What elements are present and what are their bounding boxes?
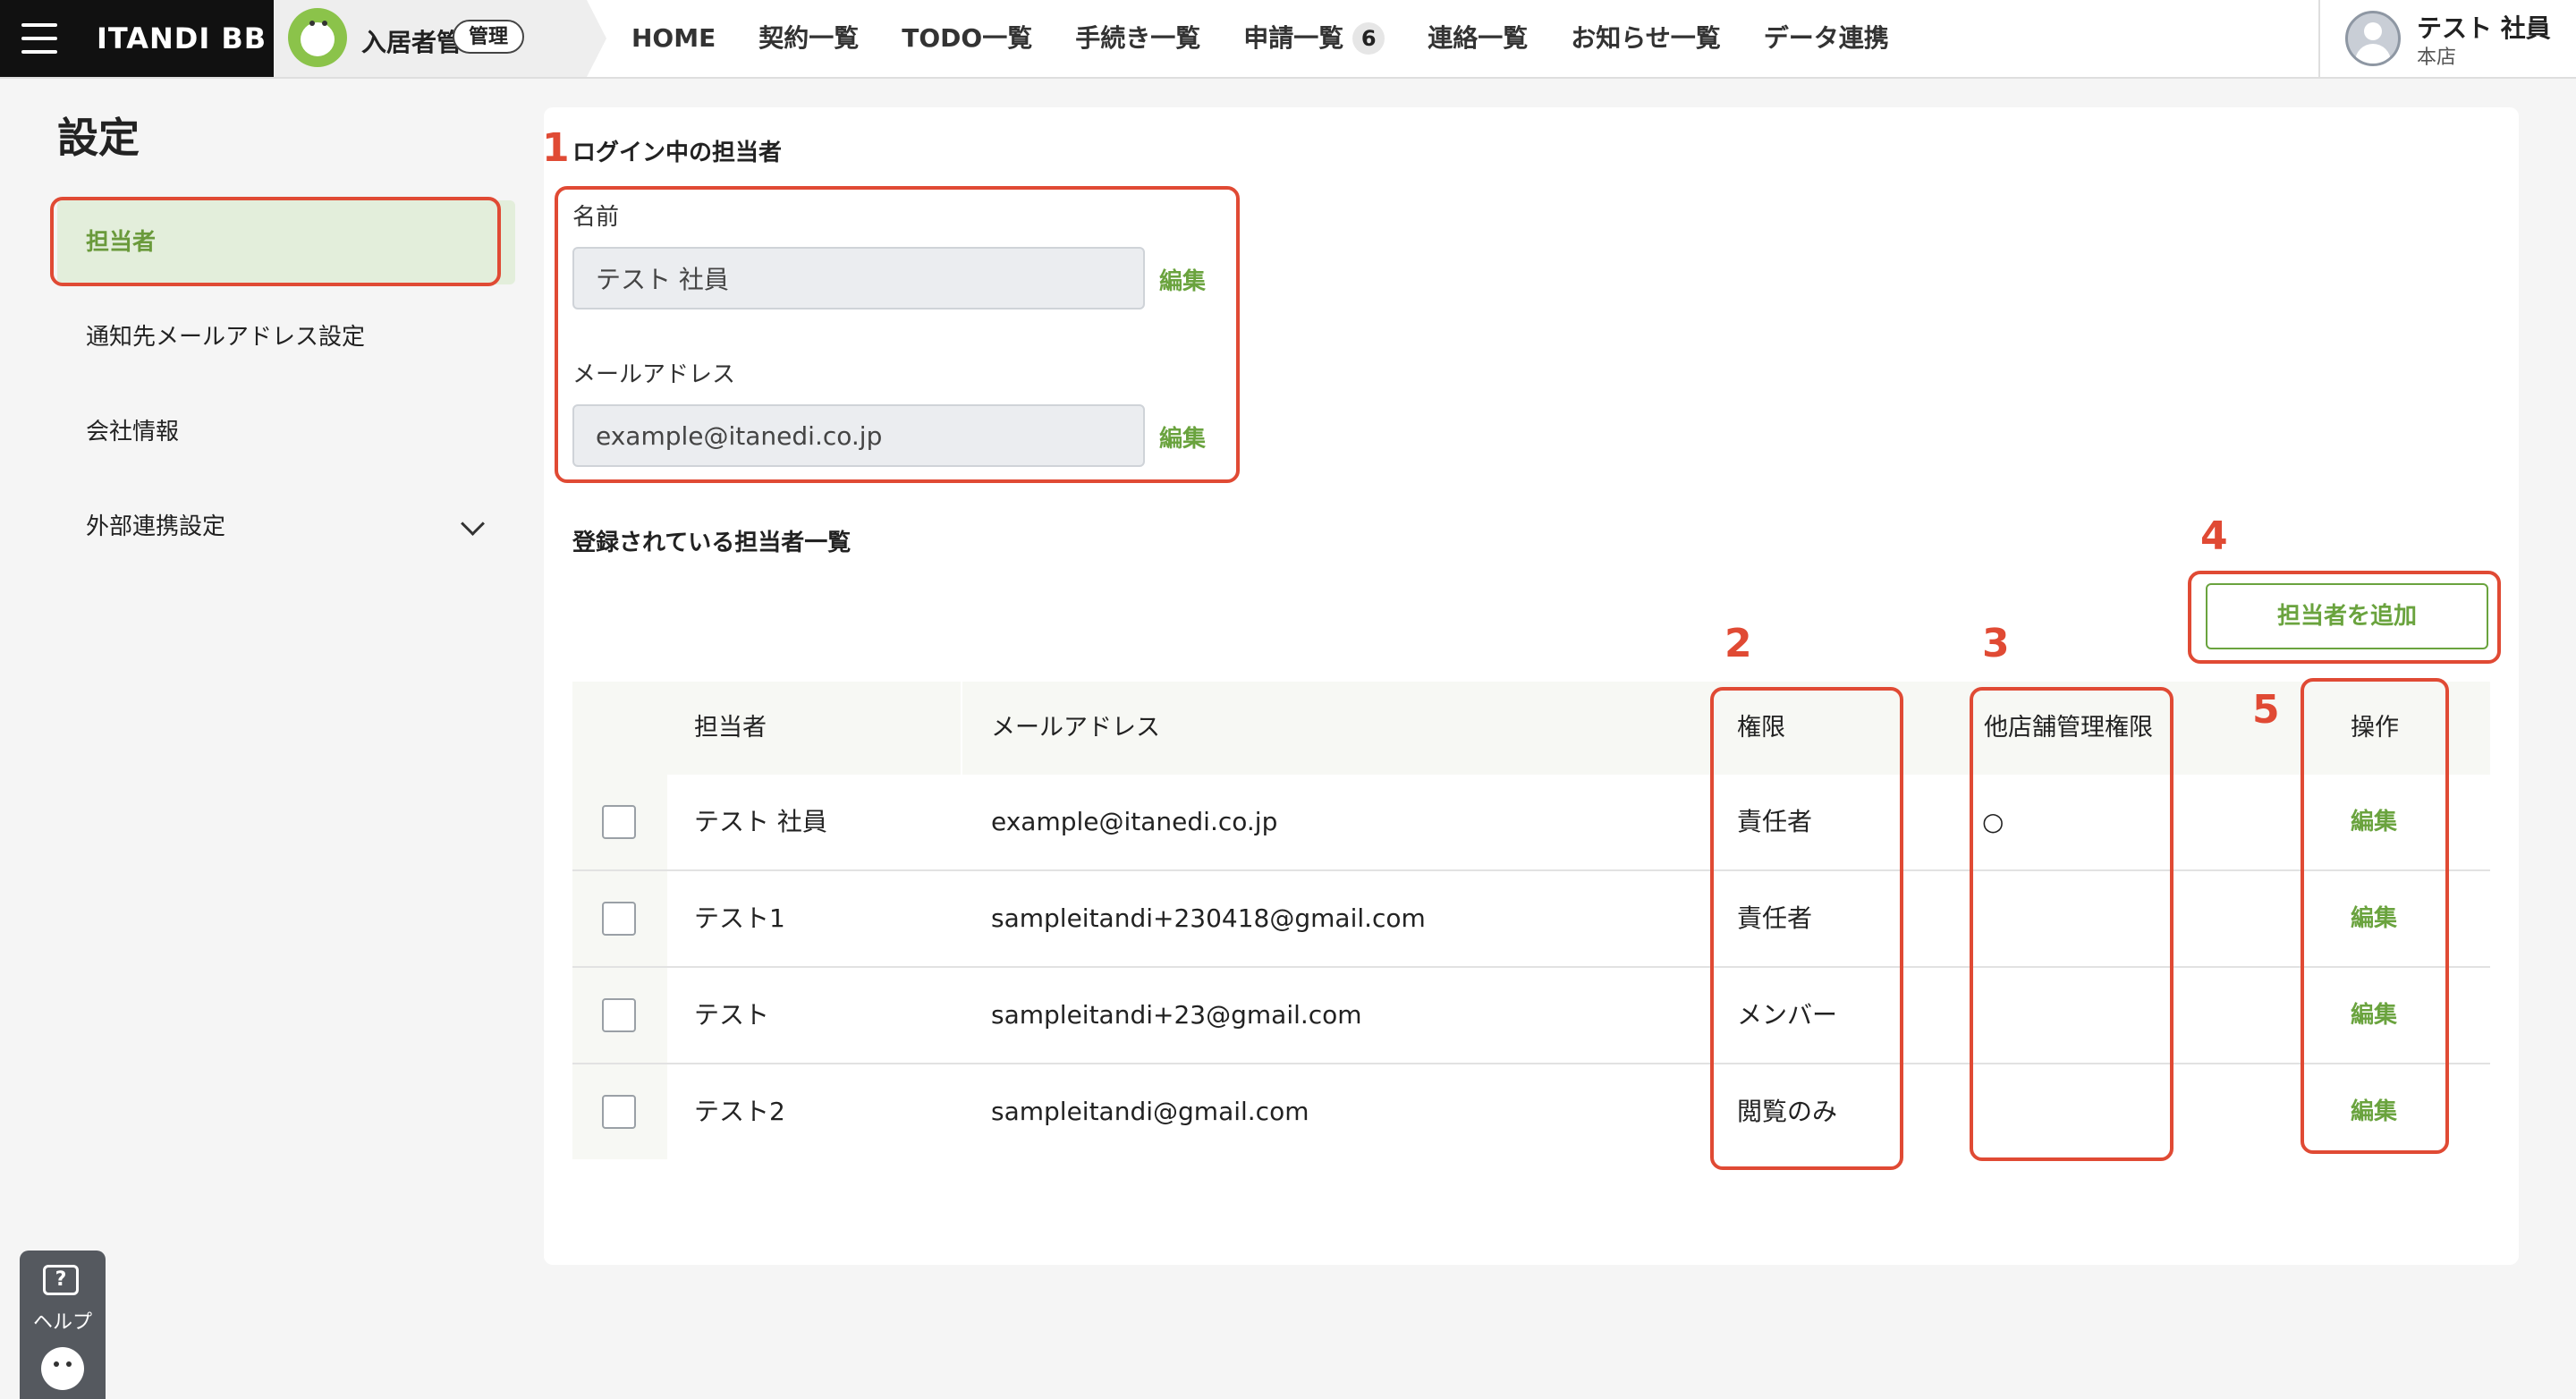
row-checkbox[interactable] [602,1095,636,1129]
row-email: sampleitandi@gmail.com [991,1097,1309,1126]
help-question-icon: ? [43,1265,79,1295]
main-nav: HOME 契約一覧 TODO一覧 手続き一覧 申請一覧 6 連絡一覧 お知らせ一… [631,0,1932,77]
help-label: ヘルプ [32,1311,92,1334]
annotation-box-other-store-column [1970,687,2174,1161]
annotation-box-action-column [2301,678,2449,1154]
nav-data-link[interactable]: データ連携 [1764,0,1889,77]
staff-list-title: 登録されている担当者一覧 [572,530,852,556]
row-divider [572,869,2490,871]
row-checkbox[interactable] [602,902,636,936]
sidebar-item-company-info[interactable]: 会社情報 [57,390,515,474]
sidebar-item-notification-email[interactable]: 通知先メールアドレス設定 [57,295,515,379]
row-divider [572,1063,2490,1064]
row-name: テスト2 [694,1097,785,1126]
nav-contracts[interactable]: 契約一覧 [758,0,859,77]
nav-applications[interactable]: 申請一覧 6 [1243,0,1385,77]
column-header-email: メールアドレス [991,714,1160,742]
row-divider [572,966,2490,968]
applications-count-badge: 6 [1352,22,1385,55]
row-name: テスト1 [694,903,785,933]
sidebar-item-external-integration[interactable]: 外部連携設定 [57,485,515,569]
user-name: テスト 社員 [2417,13,2551,43]
nav-procedures[interactable]: 手続き一覧 [1075,0,1200,77]
row-email: example@itanedi.co.jp [991,807,1278,836]
help-widget[interactable]: ? ヘルプ [20,1251,106,1399]
login-section-title: ログイン中の担当者 [572,140,783,166]
nav-todo[interactable]: TODO一覧 [902,0,1032,77]
nav-notices[interactable]: お知らせ一覧 [1571,0,1720,77]
row-name: テスト [694,1000,770,1030]
brand-logo[interactable]: ITANDI BB [97,21,267,55]
header-divider [961,682,962,775]
nav-applications-label: 申請一覧 [1243,23,1344,53]
page-title: 設定 [57,114,140,162]
annotation-number-3: 3 [1982,621,2010,666]
user-store: 本店 [2417,47,2457,69]
row-email: sampleitandi+23@gmail.com [991,1000,1362,1030]
table-header [572,682,2490,775]
row-checkbox[interactable] [602,998,636,1032]
row-checkbox[interactable] [602,805,636,839]
annotation-number-4: 4 [2200,513,2228,559]
annotation-number-1: 1 [542,125,570,171]
hamburger-menu-icon[interactable] [21,23,57,54]
bear-mascot-icon [288,8,347,67]
sidebar-item-label: 外部連携設定 [86,513,226,540]
nav-contacts[interactable]: 連絡一覧 [1428,0,1528,77]
breadcrumb-arrow [587,0,606,77]
module-switcher[interactable]: 入居者管理 管理 [274,0,587,77]
user-menu[interactable]: テスト 社員 本店 [2318,0,2576,77]
annotation-box-login-fields [555,186,1240,483]
top-bar: ITANDI BB 入居者管理 管理 HOME 契約一覧 TODO一覧 手続き一… [0,0,2576,79]
brand-area: ITANDI BB [0,0,274,77]
annotation-number-5: 5 [2252,687,2280,733]
annotation-number-2: 2 [1724,621,1752,666]
user-avatar-icon [2345,11,2401,66]
module-badge: 管理 [453,20,525,54]
annotation-box-sidebar [50,197,501,286]
chevron-down-icon [461,512,485,536]
nav-home[interactable]: HOME [631,0,716,77]
column-header-staff: 担当者 [694,714,767,742]
bear-mascot-icon [41,1347,84,1390]
annotation-box-add-button [2188,571,2501,664]
row-name: テスト 社員 [694,807,827,836]
row-email: sampleitandi+230418@gmail.com [991,903,1426,933]
annotation-box-role-column [1710,687,1903,1170]
